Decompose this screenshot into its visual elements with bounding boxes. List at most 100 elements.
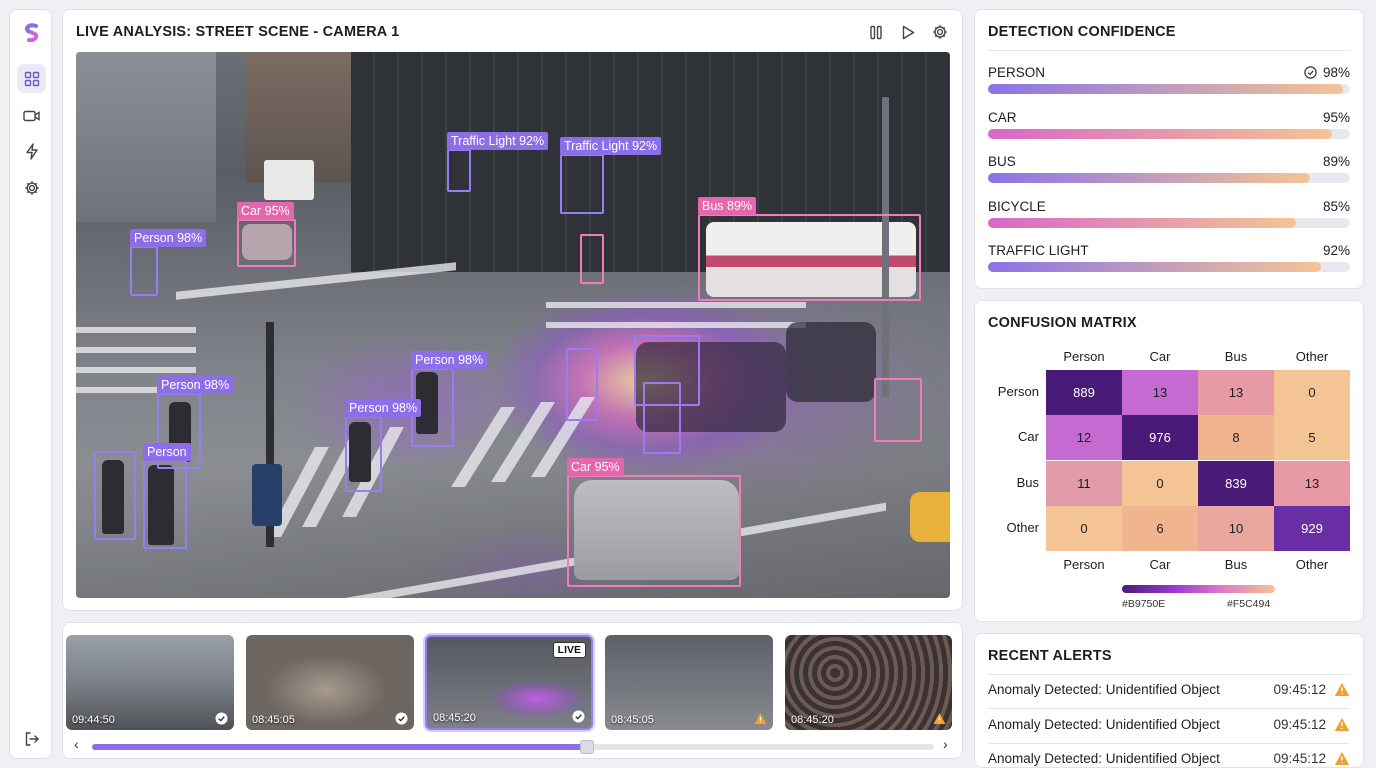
crowd (786, 322, 876, 402)
color-legend (1122, 585, 1275, 593)
timeline-scrubber[interactable] (92, 740, 934, 754)
matrix-cell[interactable]: 8 (1198, 415, 1274, 461)
matrix-column-footer: Person (1063, 557, 1105, 572)
confidence-row: BICYCLE 85% (988, 199, 1350, 239)
matrix-column-header: Person (1063, 349, 1105, 364)
check-icon (395, 712, 408, 725)
matrix-cell[interactable]: 839 (1198, 460, 1274, 506)
detection-label: Bus 89% (698, 197, 757, 215)
matrix-cell[interactable]: 13 (1274, 460, 1350, 506)
matrix-cell[interactable]: 0 (1122, 460, 1198, 506)
detection-label: Traffic Light 92% (447, 132, 549, 150)
detection-box[interactable]: Person 98% (130, 229, 207, 296)
detection-label: Traffic Light 92% (560, 137, 662, 155)
scrubber-handle[interactable] (580, 740, 595, 754)
timeline-thumbnail[interactable]: 08:45:05 (605, 635, 773, 730)
detection-box[interactable] (94, 451, 136, 540)
warning-icon (1334, 752, 1350, 765)
chevron-right-icon[interactable]: › (943, 736, 948, 752)
detection-box[interactable] (580, 234, 604, 284)
alert-text: Anomaly Detected: Unidentified Object (988, 751, 1220, 766)
confidence-bar (988, 173, 1350, 183)
detection-box[interactable]: Person 98% (345, 399, 422, 492)
confidence-row: PERSON 98% (988, 65, 1350, 105)
logout-icon[interactable] (17, 724, 46, 753)
crosswalk-stripe (76, 367, 196, 373)
timeline-thumbnail[interactable]: 08:45:05 (246, 635, 414, 730)
confidence-value-group: 89% (1323, 154, 1350, 169)
camera-feed[interactable]: Traffic Light 92% Traffic Light 92% Car … (76, 52, 950, 598)
matrix-cell[interactable]: 976 (1122, 415, 1198, 461)
matrix-cell[interactable]: 0 (1046, 505, 1122, 551)
thumbnail-time: 08:45:05 (611, 714, 654, 726)
detection-box[interactable]: Traffic Light 92% (560, 137, 662, 214)
detection-box[interactable]: Traffic Light 92% (447, 132, 549, 192)
timeline-thumbnail[interactable]: 09:44:50 (66, 635, 234, 730)
settings-icon[interactable] (17, 173, 46, 202)
panel-title: CONFUSION MATRIX (988, 315, 1137, 331)
taxi (910, 492, 950, 542)
matrix-cell[interactable]: 5 (1274, 415, 1350, 461)
confidence-row: CAR 95% (988, 110, 1350, 150)
matrix-cell[interactable]: 12 (1046, 415, 1122, 461)
alert-row[interactable]: Anomaly Detected: Unidentified Object 09:… (988, 682, 1350, 716)
confidence-row: BUS 89% (988, 154, 1350, 194)
settings-icon[interactable] (930, 22, 950, 42)
matrix-row-header: Bus (1016, 474, 1039, 490)
logo-icon[interactable] (17, 18, 46, 47)
bolt-icon[interactable] (17, 137, 46, 166)
matrix-cell[interactable]: 0 (1274, 370, 1350, 415)
chevron-left-icon[interactable]: ‹ (74, 736, 79, 752)
confidence-bar (988, 84, 1350, 94)
matrix-cell[interactable]: 11 (1046, 460, 1122, 506)
detection-label: Person 98% (345, 399, 422, 417)
detection-box[interactable]: Bus 89% (698, 197, 921, 301)
divider (988, 674, 1350, 675)
matrix-column-footer: Other (1295, 557, 1329, 572)
confidence-value-group: 85% (1323, 199, 1350, 214)
detection-label: Person 98% (411, 351, 488, 369)
verified-icon (1304, 66, 1317, 79)
warning-icon (754, 713, 767, 724)
alert-text: Anomaly Detected: Unidentified Object (988, 716, 1220, 732)
detection-box[interactable] (643, 382, 681, 454)
alert-time: 09:45:12 (1273, 716, 1326, 732)
confidence-bar (988, 217, 1350, 228)
confidence-value: 89% (1322, 154, 1350, 169)
matrix-cell[interactable]: 13 (1122, 370, 1198, 415)
divider (988, 50, 1350, 51)
detection-label: Person 98% (130, 229, 207, 247)
alert-row[interactable]: Anomaly Detected: Unidentified Object 09:… (988, 751, 1350, 767)
detection-box[interactable] (566, 348, 598, 421)
timeline-thumbnail[interactable]: LIVE 08:45:20 (425, 635, 593, 730)
check-icon (572, 710, 585, 723)
matrix-cell[interactable]: 10 (1198, 505, 1274, 551)
detection-confidence-panel: DETECTION CONFIDENCE PERSON 98% CAR 95% BUS 8… (974, 9, 1364, 289)
detection-box[interactable]: Car 95% (567, 458, 741, 587)
matrix-column-footer: Bus (1224, 557, 1248, 572)
timeline-thumbnail[interactable]: 08:45:20 (785, 635, 952, 730)
play-icon[interactable] (898, 22, 918, 42)
confidence-bar (988, 262, 1350, 272)
detection-box[interactable]: Person (143, 443, 191, 549)
confidence-bar (988, 128, 1350, 139)
thumbnail-time: 08:45:05 (252, 714, 295, 726)
dashboard-icon[interactable] (17, 64, 46, 93)
matrix-row-header: Car (1018, 429, 1039, 445)
legend-high-label: #F5C494 (1227, 598, 1271, 610)
alert-row[interactable]: Anomaly Detected: Unidentified Object 09:… (988, 717, 1350, 751)
matrix-cell[interactable]: 929 (1274, 505, 1350, 551)
matrix-cell[interactable]: 13 (1198, 370, 1274, 415)
matrix-cell[interactable]: 889 (1046, 370, 1122, 415)
confidence-label: CAR (988, 109, 1017, 125)
detection-box[interactable] (874, 378, 922, 442)
confidence-label: BUS (988, 154, 1016, 169)
warning-icon (933, 713, 946, 724)
camera-icon[interactable] (17, 101, 46, 130)
detection-box[interactable]: Car 95% (237, 202, 296, 267)
pause-icon[interactable] (866, 22, 886, 42)
confidence-label: TRAFFIC LIGHT (988, 243, 1089, 258)
panel-title: DETECTION CONFIDENCE (988, 24, 1176, 40)
crosswalk-stripe (76, 347, 196, 353)
matrix-cell[interactable]: 6 (1122, 505, 1198, 551)
